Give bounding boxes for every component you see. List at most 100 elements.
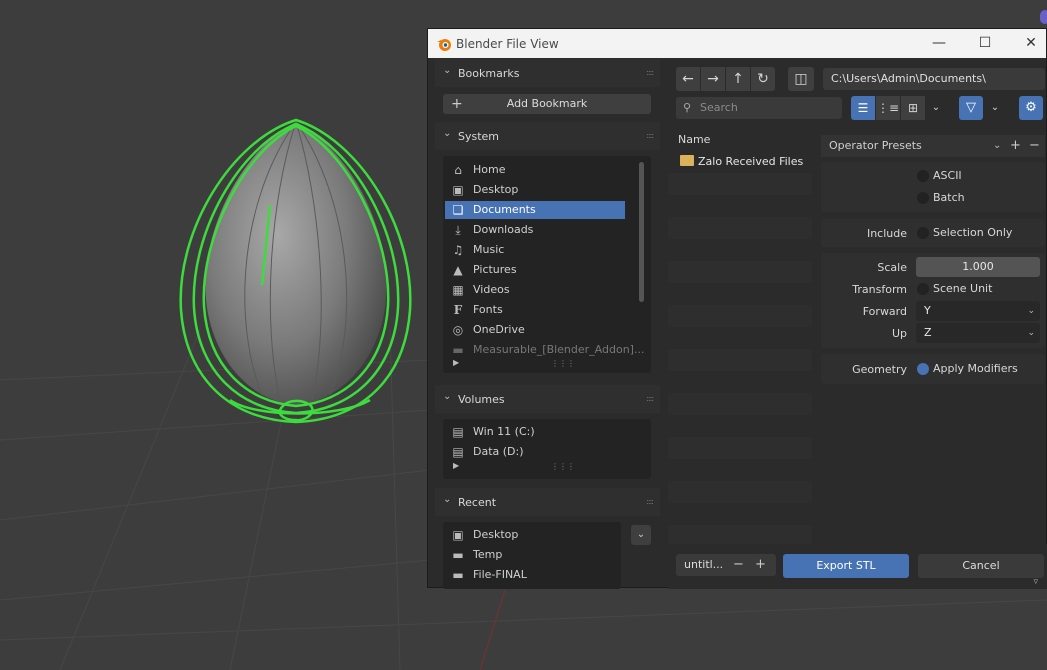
system-item-label: OneDrive — [473, 323, 525, 336]
music-icon: ♫ — [452, 243, 464, 257]
system-item-home[interactable]: ⌂ Home — [445, 161, 625, 179]
name-column-header[interactable]: Name — [668, 129, 812, 151]
remove-preset-button[interactable]: − — [1029, 135, 1040, 157]
system-item-fonts[interactable]: F Fonts — [445, 301, 625, 319]
recent-item-desktop[interactable]: ▣ Desktop — [445, 526, 621, 544]
path-input[interactable]: C:\Users\Admin\Documents\ — [823, 68, 1045, 90]
chevron-down-icon: ⌄ — [1027, 306, 1035, 316]
resize-corner-icon[interactable]: ▿ — [1033, 577, 1038, 587]
add-preset-button[interactable]: + — [1010, 135, 1021, 157]
grip-icon[interactable]: :::: — [646, 131, 654, 140]
home-icon: ⌂ — [454, 163, 462, 177]
transform-label: Transform — [852, 283, 907, 296]
system-item-label: Documents — [473, 203, 536, 216]
chevron-down-icon: ⌄ — [990, 102, 1000, 113]
system-item-pictures[interactable]: ▲ Pictures — [445, 261, 625, 279]
recent-item-file-final[interactable]: ▬ File-FINAL — [445, 566, 621, 584]
filter-button[interactable]: ▽ — [959, 96, 983, 120]
forward-select[interactable]: Y ⌄ — [916, 301, 1040, 321]
grip-icon[interactable]: :::: — [646, 497, 654, 506]
system-item-label: Home — [473, 163, 506, 176]
new-folder-button[interactable]: ◫ — [788, 67, 814, 91]
settings-button[interactable]: ⚙ — [1019, 96, 1043, 120]
empty-row — [668, 525, 812, 544]
search-icon: ⚲ — [683, 101, 692, 114]
sidebar: ⌄ Bookmarks :::: + Add Bookmark ⌄ System… — [435, 59, 660, 589]
export-stl-button[interactable]: Export STL — [783, 554, 909, 578]
viewport-gizmo[interactable] — [1040, 10, 1047, 24]
search-input[interactable]: ⚲ Search — [676, 97, 842, 119]
empty-row — [668, 173, 812, 195]
thumbnails-icon: ⊞ — [907, 101, 919, 115]
system-item-label: Pictures — [473, 263, 517, 276]
volumes-header[interactable]: ⌄ Volumes :::: — [435, 385, 660, 413]
documents-icon: ❏ — [452, 203, 464, 217]
expand-triangle-icon[interactable]: ▶ — [453, 358, 459, 367]
grip-icon[interactable]: :::: — [646, 68, 654, 77]
system-item-measurable[interactable]: ▬ Measurable_[Blender_Addon]... — [445, 341, 644, 359]
batch-checkbox[interactable] — [917, 192, 929, 204]
system-item-onedrive[interactable]: ◎ OneDrive — [445, 321, 625, 339]
operator-presets-label: Operator Presets — [829, 139, 922, 152]
system-item-videos[interactable]: ▦ Videos — [445, 281, 625, 299]
back-button[interactable]: ← — [676, 67, 700, 91]
maximize-button[interactable]: ☐ — [962, 29, 1008, 58]
apply-modifiers-checkbox[interactable] — [917, 363, 929, 375]
chevron-down-icon[interactable]: ⌄ — [993, 135, 1001, 157]
file-list: Name Zalo Received Files — [668, 129, 812, 544]
selection-only-label: Selection Only — [933, 226, 1013, 239]
system-header[interactable]: ⌄ System :::: — [435, 122, 660, 150]
expand-triangle-icon[interactable]: ▶ — [453, 461, 459, 470]
increment-button[interactable]: + — [755, 554, 766, 576]
volume-item-c[interactable]: ▤ Win 11 (C:) — [445, 423, 625, 441]
filename-input[interactable]: untitl... − + — [676, 554, 776, 576]
picture-icon: ▲ — [453, 263, 463, 277]
up-select[interactable]: Z ⌄ — [916, 323, 1040, 343]
resize-grip-icon[interactable]: ⋮⋮⋮ — [551, 462, 575, 471]
arrow-left-icon: ← — [682, 71, 694, 87]
filter-options-dropdown[interactable]: ⌄ — [985, 96, 1005, 120]
system-scrollbar[interactable] — [639, 162, 644, 302]
view-options-dropdown[interactable]: ⌄ — [926, 96, 946, 120]
recent-item-temp[interactable]: ▬ Temp — [445, 546, 621, 564]
system-item-downloads[interactable]: ⤓ Downloads — [445, 221, 625, 239]
file-row[interactable]: Zalo Received Files — [668, 151, 812, 173]
operator-presets-header[interactable]: Operator Presets ⌄ + − — [821, 135, 1045, 157]
bookmarks-header[interactable]: ⌄ Bookmarks :::: — [435, 59, 660, 87]
system-item-music[interactable]: ♫ Music — [445, 241, 625, 259]
system-item-documents[interactable]: ❏ Documents — [445, 201, 625, 219]
grip-icon[interactable]: :::: — [646, 394, 654, 403]
empty-row — [668, 503, 812, 525]
selection-only-checkbox[interactable] — [917, 227, 929, 239]
system-item-label: Music — [473, 243, 505, 256]
parent-dir-button[interactable]: ↑ — [726, 67, 750, 91]
geometry-options: Geometry Apply Modifiers — [821, 354, 1045, 384]
close-button[interactable]: ✕ — [1008, 29, 1047, 58]
scene-unit-checkbox[interactable] — [917, 283, 929, 295]
ascii-checkbox[interactable] — [917, 170, 929, 182]
decrement-button[interactable]: − — [733, 554, 744, 576]
view-thumbnails-button[interactable]: ⊞ — [901, 96, 925, 120]
file-name: Zalo Received Files — [698, 155, 804, 168]
chevron-down-icon: ⌄ — [443, 494, 452, 505]
folder-icon — [680, 155, 694, 166]
system-item-desktop[interactable]: ▣ Desktop — [445, 181, 625, 199]
scale-field[interactable]: 1.000 — [916, 257, 1040, 277]
volume-item-d[interactable]: ▤ Data (D:) — [445, 443, 625, 461]
folder-icon: ▬ — [452, 343, 464, 357]
system-item-label: Measurable_[Blender_Addon]... — [473, 343, 645, 356]
add-bookmark-button[interactable]: + Add Bookmark — [443, 94, 651, 114]
chevron-down-icon: ⌄ — [931, 102, 941, 113]
empty-row — [668, 393, 812, 415]
cancel-button[interactable]: Cancel — [918, 554, 1044, 578]
blender-logo-icon — [437, 39, 451, 51]
recent-menu-button[interactable]: ⌄ — [631, 525, 651, 545]
empty-row — [668, 437, 812, 459]
view-list-button[interactable]: ☰ — [851, 96, 875, 120]
recent-header[interactable]: ⌄ Recent :::: — [435, 488, 660, 516]
minimize-button[interactable]: — — [916, 29, 962, 58]
view-columns-button[interactable]: ⋮≡ — [876, 96, 900, 120]
forward-button[interactable]: → — [701, 67, 725, 91]
resize-grip-icon[interactable]: ⋮⋮⋮ — [551, 359, 575, 368]
refresh-button[interactable]: ↻ — [751, 67, 775, 91]
